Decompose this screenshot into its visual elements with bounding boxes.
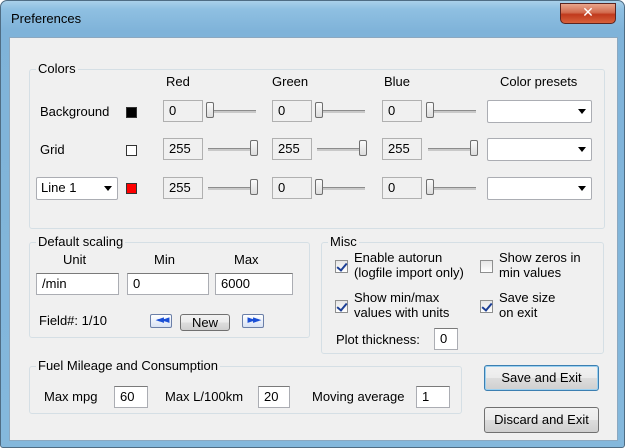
moving-average-label: Moving average	[312, 389, 405, 404]
line-preset-dropdown[interactable]	[487, 177, 592, 200]
dialog-client-area: Colors Red Green Blue Color presets Back…	[9, 37, 618, 441]
default-scaling-legend: Default scaling	[38, 234, 124, 249]
background-color-swatch[interactable]	[126, 107, 137, 118]
plot-thickness-input[interactable]: 0	[434, 328, 458, 350]
line-color-swatch[interactable]	[126, 183, 137, 194]
color-presets-header: Color presets	[500, 74, 578, 89]
background-red-slider[interactable]	[206, 101, 258, 121]
background-green-field[interactable]: 0	[272, 100, 312, 122]
grid-label: Grid	[40, 142, 65, 157]
max-l100km-input[interactable]: 20	[258, 386, 290, 408]
line-red-slider[interactable]	[206, 178, 258, 198]
close-icon: ✕	[582, 5, 594, 21]
max-mpg-label: Max mpg	[44, 389, 98, 404]
enable-autorun-checkbox[interactable]	[335, 260, 348, 273]
new-field-button[interactable]: New	[180, 314, 230, 331]
max-l100km-label: Max L/100km	[165, 389, 244, 404]
line-blue-slider[interactable]	[426, 178, 478, 198]
window-title: Preferences	[11, 11, 82, 26]
discard-and-exit-button[interactable]: Discard and Exit	[484, 407, 599, 433]
field-number-text: Field#: 1/10	[39, 313, 107, 328]
background-label: Background	[40, 104, 110, 119]
chevron-down-icon	[104, 186, 112, 191]
save-size-checkbox[interactable]	[480, 300, 493, 313]
chevron-down-icon	[578, 186, 586, 191]
background-preset-dropdown[interactable]	[487, 100, 592, 123]
line-green-field[interactable]: 0	[272, 177, 312, 199]
rewind-icon: ◄◄	[155, 313, 170, 326]
line-green-slider[interactable]	[315, 178, 367, 198]
show-minmax-checkbox[interactable]	[335, 300, 348, 313]
moving-average-input[interactable]: 1	[416, 386, 450, 408]
fuel-legend: Fuel Mileage and Consumption	[38, 358, 218, 373]
grid-preset-dropdown[interactable]	[487, 138, 592, 161]
show-zeros-label: Show zeros in min values	[499, 250, 581, 280]
next-field-button[interactable]: ►►	[242, 313, 264, 328]
plot-thickness-label: Plot thickness:	[336, 332, 420, 347]
max-label: Max	[234, 252, 259, 267]
line-selector-dropdown[interactable]: Line 1	[36, 177, 118, 200]
background-blue-field[interactable]: 0	[382, 100, 422, 122]
show-zeros-checkbox[interactable]	[480, 260, 493, 273]
line-blue-field[interactable]: 0	[382, 177, 422, 199]
grid-color-swatch[interactable]	[126, 145, 137, 156]
background-green-slider[interactable]	[315, 101, 367, 121]
misc-legend: Misc	[330, 234, 357, 249]
save-and-exit-button[interactable]: Save and Exit	[484, 365, 599, 391]
save-size-label: Save size on exit	[499, 290, 556, 320]
max-input[interactable]: 6000	[215, 273, 293, 295]
previous-field-button[interactable]: ◄◄	[150, 313, 172, 328]
fuel-group: Fuel Mileage and Consumption	[29, 359, 462, 414]
close-button[interactable]: ✕	[560, 3, 616, 24]
unit-label: Unit	[63, 252, 87, 267]
line-red-field[interactable]: 255	[163, 177, 203, 199]
chevron-down-icon	[578, 109, 586, 114]
preferences-window: Preferences ✕ Colors Red Green Blue Colo…	[0, 0, 625, 448]
min-label: Min	[154, 252, 175, 267]
grid-blue-slider[interactable]	[426, 139, 478, 159]
grid-green-field[interactable]: 255	[272, 138, 312, 160]
blue-header: Blue	[384, 74, 411, 89]
unit-input[interactable]: /min	[36, 273, 119, 295]
green-header: Green	[272, 74, 309, 89]
background-red-field[interactable]: 0	[163, 100, 203, 122]
enable-autorun-label: Enable autorun (logfile import only)	[354, 250, 464, 280]
show-minmax-label: Show min/max values with units	[354, 290, 450, 320]
fast-forward-icon: ►►	[247, 313, 262, 326]
grid-blue-field[interactable]: 255	[382, 138, 422, 160]
colors-legend: Colors	[38, 61, 76, 76]
min-input[interactable]: 0	[127, 273, 209, 295]
grid-red-field[interactable]: 255	[163, 138, 203, 160]
red-header: Red	[166, 74, 190, 89]
max-mpg-input[interactable]: 60	[114, 386, 148, 408]
chevron-down-icon	[578, 147, 586, 152]
grid-green-slider[interactable]	[315, 139, 367, 159]
grid-red-slider[interactable]	[206, 139, 258, 159]
background-blue-slider[interactable]	[426, 101, 478, 121]
